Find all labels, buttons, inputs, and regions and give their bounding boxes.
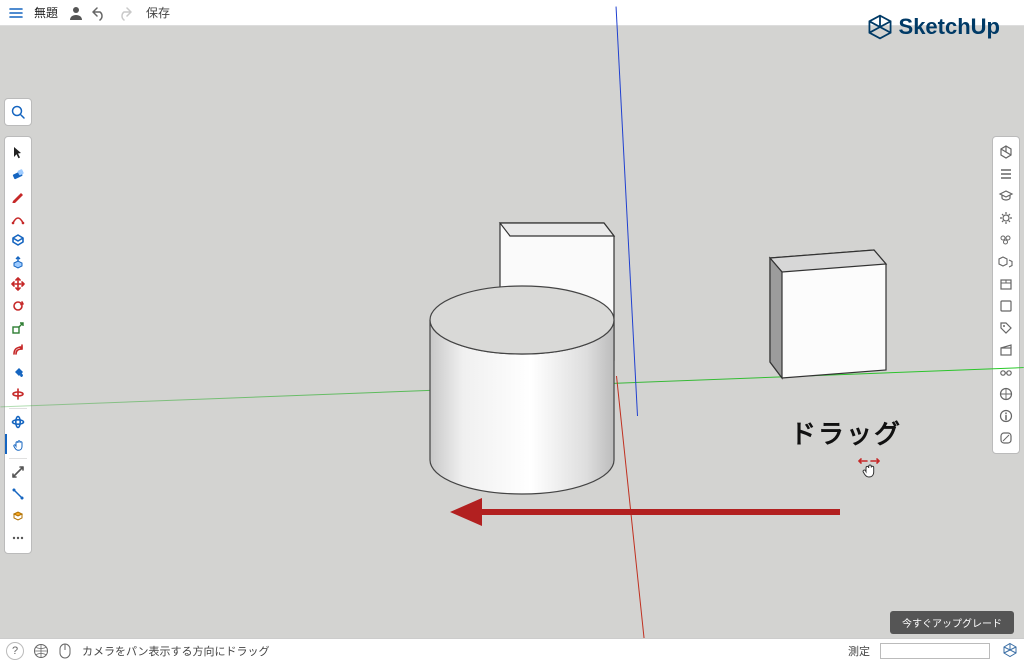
drag-arrow [450, 500, 840, 522]
measure-input[interactable] [880, 643, 990, 659]
sketchup-corner-icon [1002, 642, 1018, 658]
status-hint: カメラをパン表示する方向にドラッグ [82, 643, 270, 659]
redo-button[interactable] [114, 2, 136, 24]
document-title: 無題 [34, 4, 58, 21]
undo-button[interactable] [88, 2, 110, 24]
language-button[interactable] [32, 642, 50, 660]
blue-axis [616, 7, 638, 416]
account-button[interactable] [66, 3, 86, 23]
save-button[interactable]: 保存 [142, 2, 174, 23]
mouse-icon [58, 643, 74, 659]
pan-cursor-icon [858, 456, 880, 480]
status-bar: ? カメラをパン表示する方向にドラッグ 測定 [0, 638, 1024, 662]
viewport[interactable] [0, 26, 1024, 638]
drag-annotation-label: ドラッグ [790, 414, 902, 451]
help-button[interactable]: ? [6, 642, 24, 660]
globe-icon [33, 643, 49, 659]
upgrade-button[interactable]: 今すぐアップグレード [890, 611, 1014, 634]
green-axis [0, 367, 1023, 407]
measure-label: 測定 [848, 643, 870, 659]
menu-button[interactable] [6, 3, 26, 23]
